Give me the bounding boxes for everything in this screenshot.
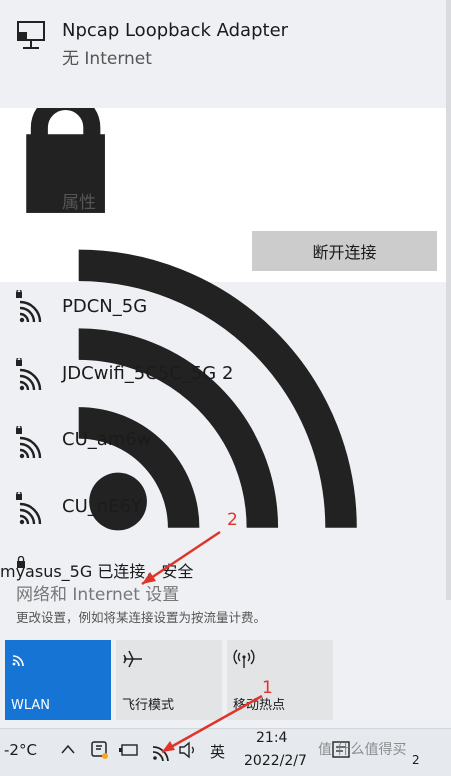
watermark: 值 什么值得买 bbox=[318, 742, 407, 758]
mobile-hotspot-tile[interactable]: 移动热点 bbox=[227, 640, 333, 720]
clock-time[interactable]: 21:4 bbox=[256, 730, 287, 746]
clock-date[interactable]: 2022/2/7 bbox=[244, 753, 307, 769]
network-status: 已连接，安全 bbox=[97, 562, 194, 581]
network-name: myasus_5G bbox=[0, 562, 93, 581]
volume-icon[interactable] bbox=[178, 741, 200, 759]
tile-label: WLAN bbox=[11, 698, 51, 713]
annotation-number-1: 1 bbox=[262, 678, 273, 698]
network-tray-icon[interactable] bbox=[150, 739, 174, 761]
network-settings-description: 更改设置，例如将某连接设置为按流量计费。 bbox=[16, 610, 267, 625]
network-name: CU_am6w bbox=[62, 429, 152, 450]
wifi-secured-icon bbox=[16, 426, 42, 459]
network-name: CU_nE6Y bbox=[62, 496, 142, 517]
network-name: Npcap Loopback Adapter bbox=[62, 20, 289, 41]
wifi-secured-icon bbox=[16, 358, 42, 391]
battery-icon[interactable] bbox=[118, 741, 140, 759]
wifi-icon bbox=[12, 655, 24, 666]
input-method-indicator[interactable]: 英 bbox=[210, 741, 225, 762]
tile-label: 飞行模式 bbox=[122, 698, 175, 713]
wlan-toggle-tile[interactable]: WLAN bbox=[5, 640, 111, 720]
lock-icon bbox=[17, 556, 25, 568]
disconnect-button[interactable]: 断开连接 bbox=[252, 231, 437, 271]
tile-label: 移动热点 bbox=[233, 698, 286, 713]
hotspot-icon bbox=[233, 649, 255, 668]
ethernet-icon bbox=[17, 21, 45, 49]
network-item-npcap[interactable]: Npcap Loopback Adapter 无 Internet bbox=[0, 12, 446, 72]
scrollbar[interactable] bbox=[446, 0, 451, 600]
airplane-mode-tile[interactable]: 飞行模式 bbox=[116, 640, 222, 720]
wifi-secured-icon bbox=[16, 290, 42, 323]
network-item-myasus-5g[interactable]: myasus_5G 已连接，安全 属性 断开连接 bbox=[0, 92, 446, 581]
network-item-cu-ne6y[interactable]: CU_nE6Y bbox=[0, 488, 446, 538]
notification-count: 2 bbox=[412, 753, 420, 767]
app-tray-icon[interactable] bbox=[90, 739, 110, 761]
network-flyout: Npcap Loopback Adapter 无 Internet myasus… bbox=[0, 0, 451, 728]
network-name: PDCN_5G bbox=[62, 296, 148, 317]
network-item-jdcwifi[interactable]: JDCwifi_5C5C_5G 2 bbox=[0, 354, 446, 404]
annotation-number-2: 2 bbox=[227, 510, 238, 530]
network-name: JDCwifi_5C5C_5G 2 bbox=[62, 363, 234, 384]
network-settings-link[interactable]: 网络和 Internet 设置 bbox=[16, 580, 179, 605]
chevron-up-icon[interactable] bbox=[60, 743, 76, 755]
taskbar: -2°C 英 21:4 2022/2/7 2 值 什么值得买 bbox=[0, 728, 451, 776]
properties-link[interactable]: 属性 bbox=[62, 188, 96, 213]
wifi-secured-icon bbox=[16, 492, 42, 525]
weather-temperature[interactable]: -2°C bbox=[4, 741, 37, 759]
airplane-icon bbox=[123, 650, 142, 668]
network-item-pdcn-5g[interactable]: PDCN_5G bbox=[0, 286, 446, 336]
network-status: 无 Internet bbox=[62, 49, 152, 69]
network-item-cu-am6w[interactable]: CU_am6w bbox=[0, 422, 446, 472]
